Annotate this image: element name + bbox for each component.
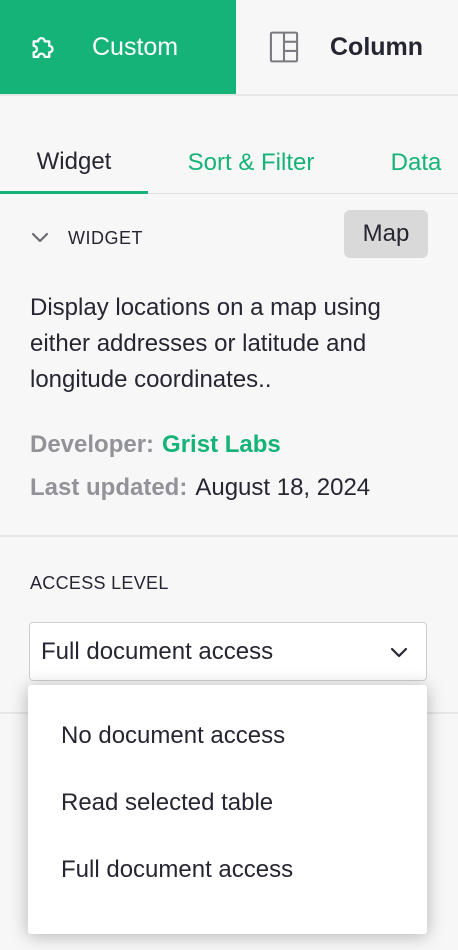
access-level-menu: No document access Read selected table F… [28,685,427,934]
tab-column[interactable]: Column [236,0,458,94]
widget-section-title: WIDGET [68,227,143,248]
access-level-title: ACCESS LEVEL [30,573,169,593]
menu-item-no-access[interactable]: No document access [28,710,427,762]
last-updated-value: August 18, 2024 [195,474,371,501]
puzzle-piece-icon [27,29,63,65]
last-updated-row: Last updated: August 18, 2024 [30,474,370,502]
chevron-down-icon [390,638,408,666]
last-updated-label: Last updated: [30,474,188,501]
developer-row: Developer: Grist Labs [30,431,281,459]
access-level-select[interactable]: Full document access [29,622,427,681]
top-tabs: Custom Column [0,0,458,96]
access-level-selected: Full document access [41,637,274,665]
developer-label: Developer: [30,431,155,458]
widget-map-button[interactable]: Map [344,210,428,258]
subtab-data[interactable]: Data [378,132,454,194]
menu-item-full-access[interactable]: Full document access [28,844,427,896]
tab-custom-label: Custom [92,32,179,61]
widget-description: Display locations on a map using either … [30,294,381,393]
subtab-widget[interactable]: Widget [0,132,148,194]
subtab-sort-filter[interactable]: Sort & Filter [170,132,332,194]
section-divider [0,535,458,537]
tab-column-label: Column [330,32,424,61]
menu-item-read-table[interactable]: Read selected table [28,777,427,829]
column-layout-icon [266,29,302,65]
widget-section-header[interactable]: WIDGET Map [30,210,428,258]
tab-custom[interactable]: Custom [0,0,236,94]
developer-link[interactable]: Grist Labs [162,431,281,459]
chevron-down-icon[interactable] [30,228,50,248]
sub-tabs: Widget Sort & Filter Data [0,132,458,194]
